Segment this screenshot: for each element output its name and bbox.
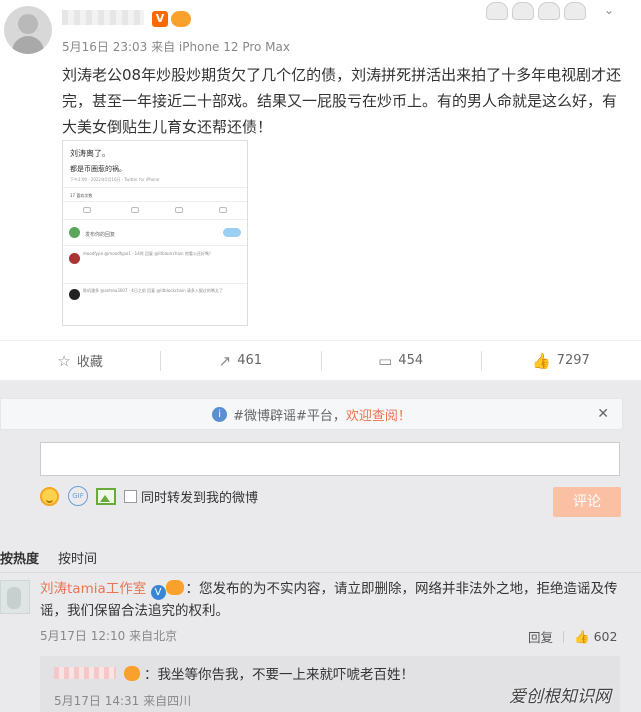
embedded-share-icon (219, 207, 227, 213)
image-icon[interactable] (96, 487, 116, 505)
commenter-name[interactable]: 刘涛tamia工作室 (40, 581, 146, 597)
divider (0, 572, 641, 573)
embedded-commenter-avatar (69, 253, 80, 264)
embedded-like-icon (175, 207, 183, 213)
share-icon: ↗ (218, 351, 232, 370)
tab-hot[interactable]: 按热度 (0, 548, 39, 567)
favorite-button[interactable]: ☆ 收藏 (0, 341, 160, 380)
weibo-post: V ⌄ 5月16日 23:03 来自 iPhone 12 Pro Max 刘涛老… (0, 0, 641, 380)
reply-username-redacted[interactable] (54, 667, 116, 679)
watermark: 爱创根知识网 (509, 687, 611, 707)
favorite-label: 收藏 (76, 355, 103, 370)
embedded-reply-button (223, 228, 241, 237)
post-actions: ☆ 收藏 ↗ 461 ▭ 454 👍 7297 (0, 340, 641, 380)
thumbs-up-icon[interactable]: 👍 (574, 629, 590, 645)
comment-meta: 5月17日 12:10 来自北京 (40, 629, 178, 643)
verified-badge: V (152, 11, 168, 27)
comment-panel: i #微博辟谣#平台， 欢迎查阅！ ✕ GIF 同时转发到我的微博 评论 按热度… (0, 380, 641, 712)
user-avatar[interactable] (4, 6, 52, 54)
decoration-card (486, 0, 590, 20)
embedded-retweet-icon (131, 207, 139, 213)
embedded-commenter-avatar (69, 289, 80, 300)
embedded-comment-2: 陈机潘多 @antrea3007 · 4日之前 回复 @litblockchai… (83, 288, 223, 293)
embedded-likes: 17 喜欢次数 (70, 193, 93, 198)
comment-icon: ▭ (378, 351, 393, 370)
commenter-avatar[interactable] (0, 580, 30, 614)
reply-button[interactable]: 回复 (528, 627, 553, 646)
tab-time[interactable]: 按时间 (58, 548, 97, 567)
forward-checkbox[interactable] (124, 489, 137, 503)
thumbs-up-icon: 👍 (531, 351, 551, 370)
repost-button[interactable]: ↗ 461 (160, 341, 320, 380)
like-button[interactable]: 👍 7297 (480, 341, 641, 380)
level-badge-icon (165, 580, 184, 595)
submit-comment-button[interactable]: 评论 (553, 487, 621, 517)
level-badge-icon (171, 11, 191, 27)
close-icon[interactable]: ✕ (597, 406, 609, 422)
repost-count: 461 (237, 353, 263, 368)
rumor-notice: i #微博辟谣#平台， 欢迎查阅！ ✕ (0, 398, 623, 430)
info-icon: i (212, 406, 228, 422)
embedded-reply-prompt: 发布你的回复 (85, 232, 116, 238)
level-badge-icon (124, 666, 140, 681)
verified-icon: V (150, 585, 166, 600)
comment-actions: 回复 👍 602 (528, 627, 617, 646)
emoji-icon[interactable] (40, 486, 59, 506)
notice-prefix: #微博辟谣#平台， (233, 408, 346, 424)
comment-button[interactable]: ▭ 454 (320, 341, 481, 380)
comment-item: 刘涛tamia工作室 V ：您发布的为不实内容，请立即删除，网络并非法外之地，拒绝… (40, 578, 625, 622)
embedded-screenshot[interactable]: 刘涛离了。 都是币圈惹的祸。 下午2:09 · 2022年5月16日 · Twi… (62, 140, 248, 326)
embedded-reply-icon (83, 207, 91, 213)
gif-icon[interactable]: GIF (68, 486, 88, 506)
comment-like-count: 602 (593, 629, 618, 644)
chevron-down-icon[interactable]: ⌄ (604, 3, 614, 17)
forward-label: 同时转发到我的微博 (141, 490, 259, 506)
embedded-line1: 刘涛离了。 (70, 149, 110, 158)
embedded-comment-1: moodfypo @moodfypo1 · 14时 回复 @litblockch… (83, 251, 213, 256)
username-redacted[interactable] (62, 10, 144, 25)
comment-count: 454 (398, 353, 424, 368)
notice-link[interactable]: 欢迎查阅！ (346, 405, 411, 424)
star-icon: ☆ (57, 351, 71, 370)
post-meta: 5月16日 23:03 来自 iPhone 12 Pro Max (62, 40, 290, 54)
sort-tabs: 按热度 按时间 (0, 548, 641, 568)
embedded-line3: 下午2:09 · 2022年5月16日 · Twitter for iPhone (70, 177, 160, 182)
composer-tools: GIF 同时转发到我的微博 (40, 486, 258, 506)
reply-text: ：我坐等你告我，不要一上来就吓唬老百姓！ (144, 667, 414, 683)
like-count: 7297 (556, 353, 590, 368)
post-text: 刘涛老公08年炒股炒期货欠了几个亿的债，刘涛拼死拼活出来拍了十多年电视剧才还完，… (62, 66, 622, 136)
embedded-avatar-icon (69, 227, 80, 238)
embedded-line2: 都是币圈惹的祸。 (70, 165, 126, 173)
comment-input[interactable] (40, 442, 620, 476)
reply-meta: 5月17日 14:31 来自四川 (54, 694, 192, 708)
